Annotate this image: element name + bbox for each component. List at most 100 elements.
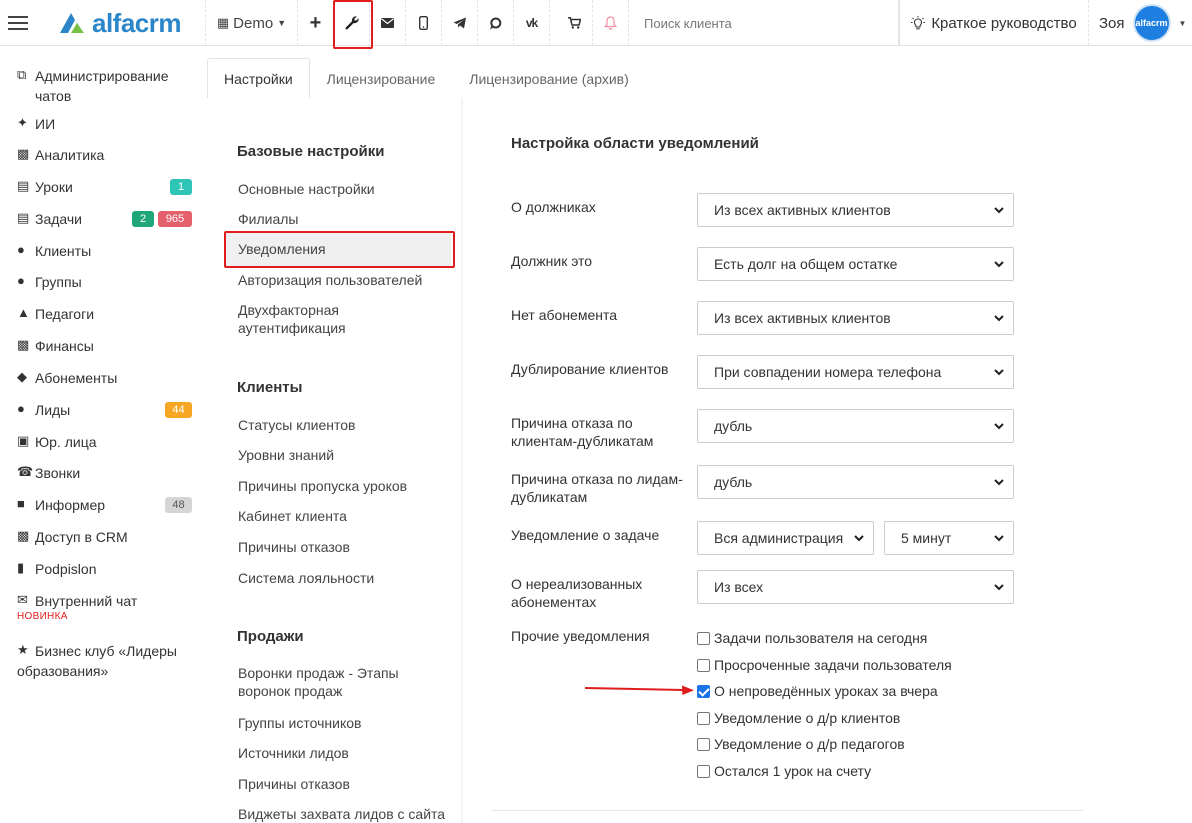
menu-item-lead-sources[interactable]: Источники лидов (238, 744, 448, 762)
phone-icon (419, 16, 428, 30)
menu-item-sales-funnels[interactable]: Воронки продаж - Этапы воронок продаж (238, 664, 418, 700)
select-value: При совпадении номера телефона (714, 364, 942, 380)
briefcase-icon: ▣ (17, 433, 30, 448)
envelope-icon: ✉ (17, 592, 28, 607)
sidebar-item-leads[interactable]: ● Лиды 44 (17, 400, 197, 420)
menu-item-user-auth[interactable]: Авторизация пользователей (238, 271, 448, 289)
sidebar-item-label: Администрирование чатов (35, 68, 169, 104)
menu-item-lead-widgets[interactable]: Виджеты захвата лидов с сайта (238, 805, 448, 823)
checkbox-one-lesson-left[interactable]: Остался 1 урок на счету (697, 763, 871, 779)
sidebar-item-subscriptions[interactable]: ◆ Абонементы (17, 368, 197, 388)
select-value: Из всех активных клиентов (714, 310, 891, 326)
sidebar-item-teachers[interactable]: ▲ Педагоги (17, 304, 197, 324)
lead-duplicate-reason-label: Причина отказа по лидам-дубликатам (511, 471, 683, 505)
notifications-settings-panel: Настройка области уведомлений О должника… (463, 98, 1192, 823)
add-button[interactable]: + (298, 0, 334, 46)
chevron-down-icon (994, 584, 1004, 591)
plus-icon: + (309, 11, 322, 34)
menu-toggle-button[interactable] (0, 0, 36, 46)
checkbox-overdue-tasks[interactable]: Просроченные задачи пользователя (697, 657, 952, 673)
menu-item-absence-reasons[interactable]: Причины пропуска уроков (238, 477, 448, 495)
notifications-button[interactable] (593, 0, 629, 46)
checkbox-tasks-today[interactable]: Задачи пользователя на сегодня (697, 630, 927, 646)
cart-icon (568, 17, 581, 29)
whatsapp-button[interactable] (478, 0, 514, 46)
user-menu[interactable]: Зоя alfacrm ▼ (1089, 0, 1192, 46)
quick-guide-button[interactable]: Краткое руководство (899, 0, 1089, 46)
building-icon: ▦ (216, 15, 230, 30)
sidebar-item-label: Внутренний чат (35, 593, 138, 609)
select-value: Из всех (714, 579, 764, 595)
chevron-down-icon (994, 423, 1004, 430)
branch-selector[interactable]: ▦ Demo ▼ (206, 0, 298, 46)
unrealized-subscriptions-select[interactable]: Из всех (697, 570, 1014, 604)
task-notification-recipients-select[interactable]: Вся администрация и (697, 521, 874, 555)
sidebar-item-calls[interactable]: ☎ Звонки (17, 463, 197, 483)
tab-settings[interactable]: Настройки (207, 58, 310, 98)
ai-sparkle-icon: ✦ (17, 115, 28, 130)
debtor-definition-select[interactable]: Есть долг на общем остатке (697, 247, 1014, 281)
menu-item-source-groups[interactable]: Группы источников (238, 714, 448, 732)
sidebar-item-business-club[interactable]: ★ Бизнес клуб «Лидеры образования» (17, 641, 197, 681)
client-duplication-select[interactable]: При совпадении номера телефона (697, 355, 1014, 389)
lead-duplicate-reason-select[interactable]: дубль (697, 465, 1014, 499)
top-bar: alfacrm ▦ Demo ▼ + vk Поиск клиента Крат… (0, 0, 1192, 46)
menu-item-branches[interactable]: Филиалы (238, 210, 448, 228)
select-value: Из всех активных клиентов (714, 202, 891, 218)
brand-logo[interactable]: alfacrm (40, 0, 206, 46)
sidebar-item-ai[interactable]: ✦ ИИ (17, 114, 197, 134)
avatar[interactable]: alfacrm (1132, 4, 1171, 42)
sidebar-item-internal-chat[interactable]: ✉ Внутренний чат НОВИНКА (17, 591, 197, 627)
sidebar-item-clients[interactable]: ● Клиенты (17, 241, 197, 261)
debtors-select[interactable]: Из всех активных клиентов (697, 193, 1014, 227)
checkbox-teacher-birthdays[interactable]: Уведомление о д/р педагогов (697, 736, 905, 752)
checkbox[interactable] (697, 737, 710, 751)
sidebar-item-legal-entities[interactable]: ▣ Юр. лица (17, 432, 197, 452)
sidebar-item-lessons[interactable]: ▤ Уроки 1 (17, 177, 197, 197)
select-value: 5 минут (901, 530, 952, 546)
task-notification-time-select[interactable]: 5 минут (884, 521, 1014, 555)
checkbox-checked[interactable] (697, 684, 710, 698)
client-search-input[interactable] (644, 15, 874, 31)
sidebar-item-crm-access[interactable]: ▩ Доступ в CRM (17, 527, 197, 547)
client-search[interactable] (629, 0, 899, 46)
cart-button[interactable] (557, 0, 593, 46)
quick-guide-label: Краткое руководство (931, 14, 1077, 32)
sidebar-item-analytics[interactable]: ▩ Аналитика (17, 145, 197, 165)
brand-name: alfacrm (92, 7, 182, 38)
menu-item-client-cabinet[interactable]: Кабинет клиента (238, 507, 448, 525)
menu-item-refusal-reasons[interactable]: Причины отказов (238, 538, 448, 556)
phone-button[interactable] (406, 0, 442, 46)
vk-button[interactable]: vk (514, 0, 550, 46)
chats-admin-icon: ⧉ (17, 67, 27, 82)
sidebar-item-groups[interactable]: ● Группы (17, 272, 197, 292)
checkbox[interactable] (697, 631, 710, 645)
tab-licensing-archive[interactable]: Лицензирование (архив) (452, 58, 646, 98)
new-feature-tag: НОВИНКА (17, 611, 68, 622)
tab-licensing[interactable]: Лицензирование (310, 58, 453, 98)
menu-item-client-statuses[interactable]: Статусы клиентов (238, 416, 448, 434)
menu-item-main-settings[interactable]: Основные настройки (238, 180, 448, 198)
menu-item-knowledge-levels[interactable]: Уровни знаний (238, 446, 448, 464)
sidebar-item-chat-admin[interactable]: ⧉ Администрирование чатов (17, 66, 197, 106)
sidebar-item-label: Доступ в CRM (35, 529, 128, 545)
telegram-button[interactable] (442, 0, 478, 46)
sidebar-item-informer[interactable]: ■ Информер 48 (17, 495, 197, 515)
sidebar-item-finance[interactable]: ▩ Финансы (17, 336, 197, 356)
sidebar-item-label: Лиды (35, 402, 71, 418)
menu-item-sales-refusal-reasons[interactable]: Причины отказов (238, 775, 448, 793)
checkbox[interactable] (697, 711, 710, 725)
select-value: Есть долг на общем остатке (714, 256, 898, 272)
checkbox[interactable] (697, 764, 710, 778)
user-name: Зоя (1099, 14, 1125, 32)
checkbox-client-birthdays[interactable]: Уведомление о д/р клиентов (697, 710, 900, 726)
mail-button[interactable] (370, 0, 406, 46)
sidebar-item-tasks[interactable]: ▤ Задачи 2 965 (17, 209, 197, 229)
menu-item-loyalty[interactable]: Система лояльности (238, 569, 448, 587)
menu-item-two-factor[interactable]: Двухфакторная аутентификация (238, 301, 388, 337)
checkbox[interactable] (697, 658, 710, 672)
sidebar-item-podpislon[interactable]: ▮ Podpislon (17, 559, 197, 579)
checkbox-missed-lessons-yesterday[interactable]: О непроведённых уроках за вчера (697, 683, 938, 699)
no-subscription-select[interactable]: Из всех активных клиентов (697, 301, 1014, 335)
client-duplicate-reason-select[interactable]: дубль (697, 409, 1014, 443)
